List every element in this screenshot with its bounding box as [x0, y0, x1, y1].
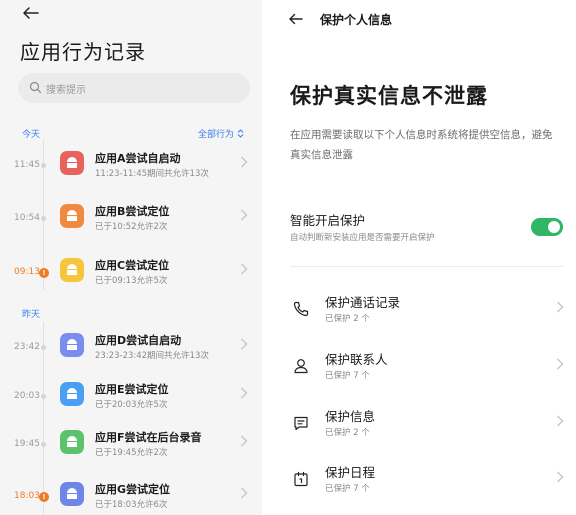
alert-icon: !	[39, 268, 49, 278]
list-item[interactable]: 20:03 应用E尝试定位 已于20:03允许5次	[0, 374, 262, 424]
toggle-knob	[548, 221, 560, 233]
item-count: 已保护 7 个	[325, 484, 370, 494]
search-placeholder: 搜索提示	[46, 85, 86, 96]
protect-contacts-item[interactable]: 保护联系人 已保护 7 个	[262, 345, 576, 395]
header-title: 保护个人信息	[320, 13, 393, 27]
list-item[interactable]: 18:03 ! 应用G尝试定位 已于18:03允许6次	[0, 474, 262, 515]
today-label: 今天	[22, 130, 41, 140]
calendar-icon	[294, 471, 308, 487]
android-app-icon	[60, 430, 84, 454]
chevron-right-icon	[241, 209, 248, 221]
alert-icon: !	[39, 492, 49, 502]
list-item[interactable]: 10:54 应用B尝试定位 已于10:52允许2次	[0, 196, 262, 246]
event-title: 应用D尝试自启动	[95, 334, 182, 347]
protect-messages-item[interactable]: 保护信息 已保护 2 个	[262, 402, 576, 452]
android-app-icon	[60, 151, 84, 175]
contact-icon	[294, 359, 308, 374]
event-detail: 已于20:03允许5次	[95, 400, 168, 410]
android-app-icon	[60, 258, 84, 282]
sort-icon	[237, 129, 244, 138]
event-title: 应用B尝试定位	[95, 205, 170, 218]
item-title: 保护信息	[325, 409, 376, 424]
chevron-right-icon	[557, 358, 564, 370]
timeline-dot	[41, 394, 46, 399]
page-title: 保护真实信息不泄露	[290, 84, 488, 108]
event-time: 19:45	[14, 439, 40, 449]
chevron-right-icon	[557, 415, 564, 427]
page-title: 应用行为记录	[20, 40, 146, 64]
event-detail: 11:23-11:45期间共允许13次	[95, 169, 209, 179]
item-title: 保护日程	[325, 465, 376, 480]
event-title: 应用C尝试定位	[95, 259, 170, 272]
phone-icon	[293, 301, 309, 317]
android-app-icon	[60, 333, 84, 357]
page-description: 在应用需要读取以下个人信息时系统将提供空信息，避免真实信息泄露	[290, 129, 553, 161]
event-detail: 已于09:13允许5次	[95, 276, 168, 286]
protect-calendar-item[interactable]: 保护日程 已保护 7 个	[262, 458, 576, 508]
smart-protect-description: 自动判断新安装应用是否需要开启保护	[290, 233, 435, 243]
back-arrow-icon[interactable]	[287, 10, 305, 28]
android-app-icon	[60, 204, 84, 228]
list-item[interactable]: 23:42 应用D尝试自启动 23:23-23:42期间共允许13次	[0, 325, 262, 375]
chevron-right-icon	[241, 435, 248, 447]
event-title: 应用F尝试在后台录音	[95, 431, 202, 444]
item-count: 已保护 2 个	[325, 428, 370, 438]
timeline-dot	[41, 345, 46, 350]
event-time: 20:03	[14, 391, 40, 401]
event-detail: 已于10:52允许2次	[95, 222, 168, 232]
event-detail: 23:23-23:42期间共允许13次	[95, 351, 209, 361]
chevron-right-icon	[241, 156, 248, 168]
filter-label: 全部行为	[197, 130, 234, 140]
smart-protect-label: 智能开启保护	[290, 213, 366, 228]
protect-info-panel: 保护个人信息 保护真实信息不泄露 在应用需要读取以下个人信息时系统将提供空信息，…	[262, 0, 576, 515]
protect-call-log-item[interactable]: 保护通话记录 已保护 2 个	[262, 288, 576, 338]
event-title: 应用G尝试定位	[95, 483, 171, 496]
item-title: 保护联系人	[325, 352, 388, 367]
list-item[interactable]: 11:45 应用A尝试自启动 11:23-11:45期间共允许13次	[0, 143, 262, 193]
list-item[interactable]: 19:45 应用F尝试在后台录音 已于19:45允许2次	[0, 422, 262, 472]
smart-protect-toggle[interactable]	[531, 218, 563, 236]
chevron-right-icon	[557, 301, 564, 313]
timeline-dot	[41, 163, 46, 168]
android-app-icon	[60, 382, 84, 406]
chevron-right-icon	[241, 338, 248, 350]
divider	[290, 266, 564, 267]
chevron-right-icon	[241, 387, 248, 399]
event-time: 10:54	[14, 213, 40, 223]
timeline-dot	[41, 216, 46, 221]
event-title: 应用E尝试定位	[95, 383, 169, 396]
message-icon	[294, 416, 308, 431]
search-icon	[29, 81, 42, 94]
timeline-dot	[41, 442, 46, 447]
chevron-right-icon	[241, 487, 248, 499]
search-input[interactable]: 搜索提示	[18, 73, 250, 103]
event-detail: 已于19:45允许2次	[95, 448, 168, 458]
event-time: 18:03	[14, 491, 40, 501]
event-detail: 已于18:03允许6次	[95, 500, 168, 510]
item-title: 保护通话记录	[325, 295, 401, 310]
chevron-right-icon	[557, 471, 564, 483]
back-arrow-icon[interactable]	[20, 2, 42, 24]
item-count: 已保护 7 个	[325, 371, 370, 381]
event-time: 09:13	[14, 267, 40, 277]
android-app-icon	[60, 482, 84, 506]
app-behavior-panel: 应用行为记录 搜索提示 今天 全部行为 11:45 应用A尝试自启动 11:23…	[0, 0, 262, 515]
event-time: 11:45	[14, 160, 40, 170]
list-item[interactable]: 09:13 ! 应用C尝试定位 已于09:13允许5次	[0, 250, 262, 300]
item-count: 已保护 2 个	[325, 314, 370, 324]
filter-dropdown[interactable]: 全部行为	[198, 127, 244, 140]
event-time: 23:42	[14, 342, 40, 352]
chevron-right-icon	[241, 263, 248, 275]
yesterday-label: 昨天	[22, 310, 41, 320]
event-title: 应用A尝试自启动	[95, 152, 181, 165]
